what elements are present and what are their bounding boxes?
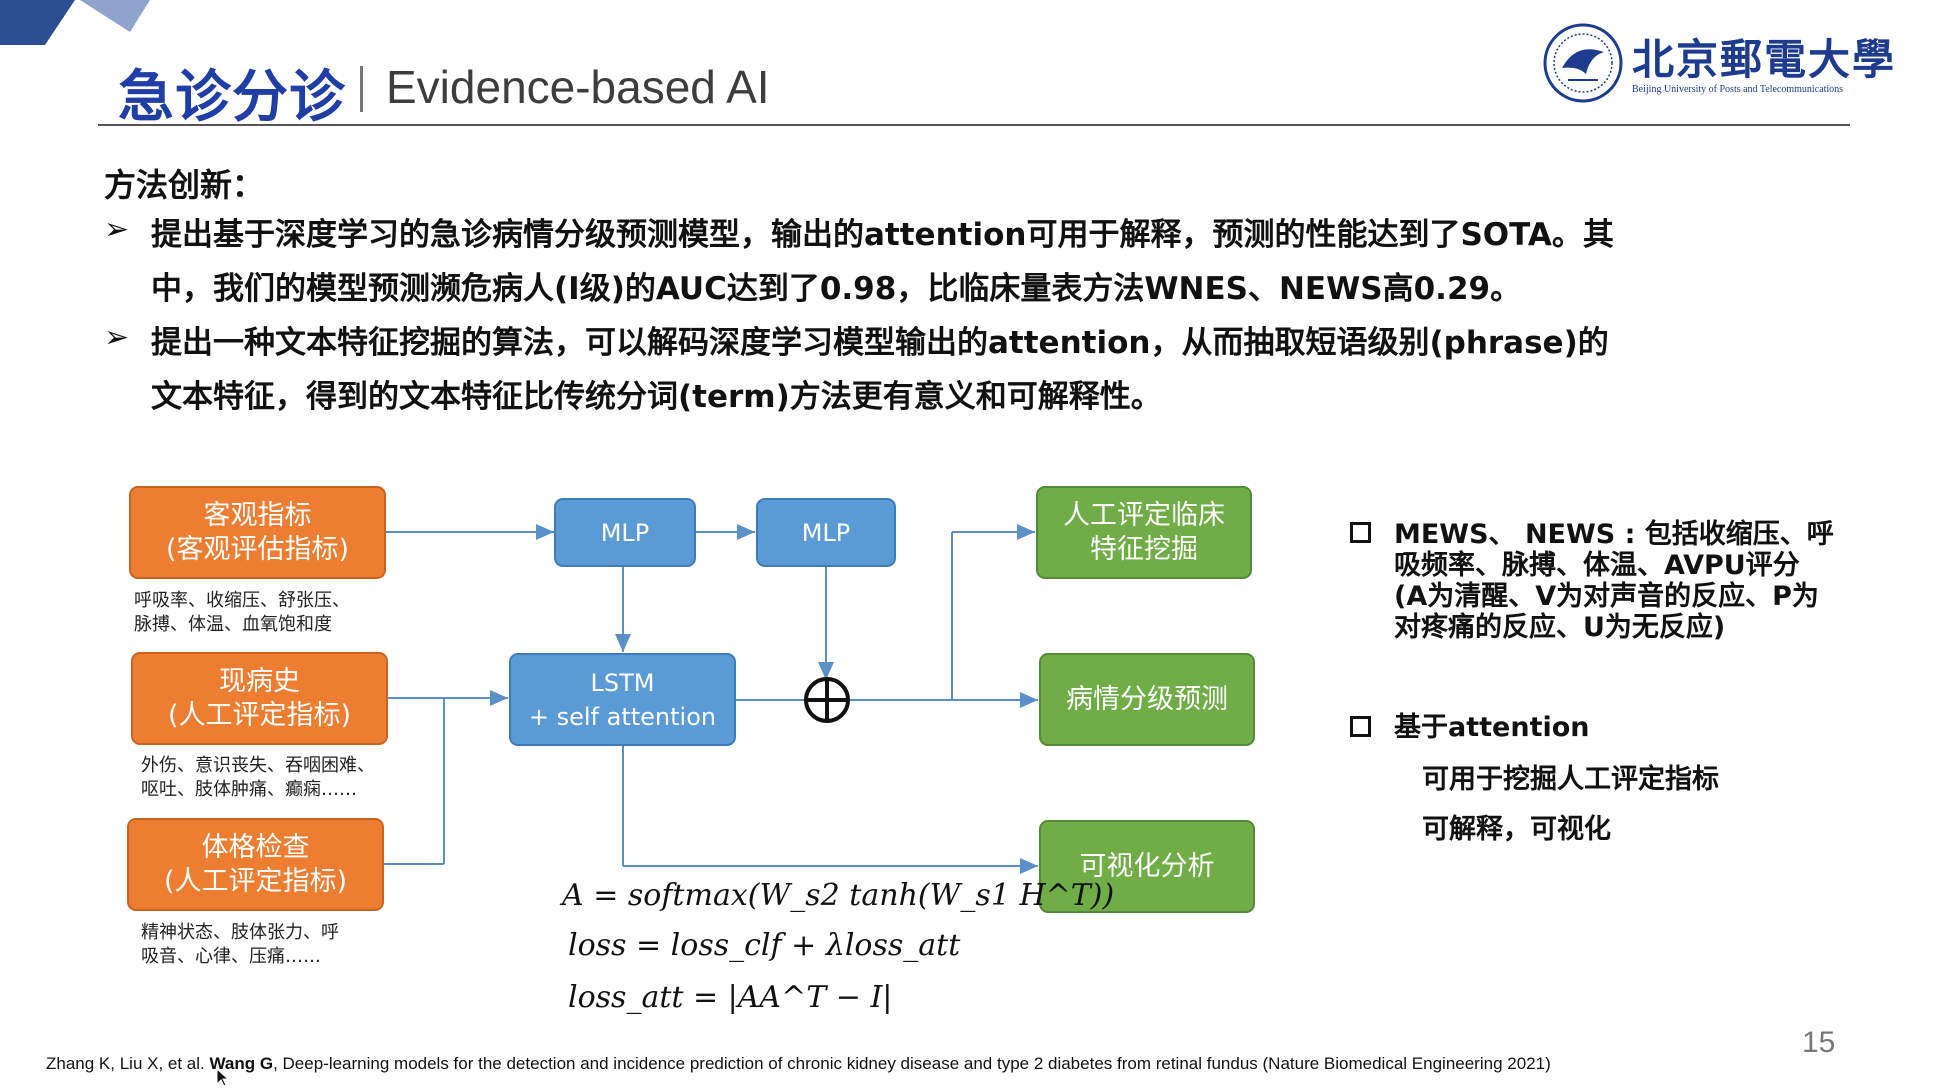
input-2-note-line-1: 外伤、意识丧失、吞咽困难、 <box>141 755 375 776</box>
checkbox-square-icon <box>1350 522 1389 543</box>
side-note-1-line-2: 吸频率、脉搏、体温、AVPU评分 <box>1394 550 1800 581</box>
side-note-attention-sub-2: 可解释，可视化 <box>1422 814 1611 845</box>
output-severity-prediction: 病情分级预测 <box>1039 653 1255 746</box>
mouse-cursor-icon <box>216 1068 230 1087</box>
citation: Zhang K, Liu X, et al. Wang G, Deep-lear… <box>46 1054 1551 1074</box>
input-physical-exam: 体格检查 (人工评定指标) <box>127 818 384 911</box>
input-3-note-line-1: 精神状态、肢体张力、呼 <box>141 922 339 943</box>
input-2-subtitle: (人工评定指标) <box>167 699 352 731</box>
input-1-note-line-2: 脉搏、体温、血氧饱和度 <box>134 614 332 635</box>
input-2-note-line-2: 呕吐、肢体肿痛、癫痫…… <box>141 779 357 800</box>
lstm-attention-box: LSTM + self attention <box>509 653 736 746</box>
input-2-note: 外伤、意识丧失、吞咽困难、 呕吐、肢体肿痛、癫痫…… <box>141 754 375 802</box>
side-note-1-line-1: MEWS、 NEWS : 包括收缩压、呼 <box>1394 519 1834 550</box>
checkbox-square-icon <box>1350 716 1389 737</box>
lstm-label: LSTM <box>590 668 655 697</box>
input-1-note: 呼吸率、收缩压、舒张压、 脉搏、体温、血氧饱和度 <box>134 589 350 637</box>
output-1-line-2: 特征挖掘 <box>1090 533 1198 565</box>
formula-attention-loss-text: loss_att = |AA^T − I| <box>568 980 893 1015</box>
input-1-title: 客观指标 <box>203 499 312 531</box>
formula-attention-text: A = softmax(W_s2 tanh(W_s1 H^T)) <box>562 878 1115 913</box>
formula-attention: A = softmax(W_s2 tanh(W_s1 H^T)) <box>562 878 1114 913</box>
input-1-note-line-1: 呼吸率、收缩压、舒张压、 <box>134 590 350 611</box>
input-objective-indicators: 客观指标 (客观评估指标) <box>129 486 386 579</box>
input-3-subtitle: (人工评定指标) <box>163 865 348 897</box>
input-3-note-line-2: 吸音、心律、压痛…… <box>141 946 321 967</box>
input-2-title: 现病史 <box>219 665 300 697</box>
citation-authors: Zhang K, Liu X, et al. <box>46 1054 210 1073</box>
circled-plus-icon <box>804 677 850 723</box>
side-note-1-line-3: (A为清醒、V为对声音的反应、P为 <box>1394 581 1819 612</box>
output-feature-mining: 人工评定临床 特征挖掘 <box>1036 486 1252 579</box>
mlp-box-1: MLP <box>554 498 696 567</box>
output-2-label: 病情分级预测 <box>1066 683 1228 715</box>
mlp-1-label: MLP <box>600 518 650 547</box>
input-1-subtitle: (客观评估指标) <box>165 533 350 565</box>
lstm-attention-label: + self attention <box>528 702 717 731</box>
output-1-line-1: 人工评定临床 <box>1063 499 1225 531</box>
input-present-illness: 现病史 (人工评定指标) <box>131 652 388 745</box>
side-note-attention-sub-1: 可用于挖掘人工评定指标 <box>1422 764 1719 795</box>
citation-title: , Deep-learning models for the detection… <box>273 1054 1551 1073</box>
side-note-mews-news: MEWS、 NEWS : 包括收缩压、呼 吸频率、脉搏、体温、AVPU评分 (A… <box>1394 519 1834 643</box>
formula-loss-text: loss = loss_clf + λloss_att <box>568 928 961 963</box>
input-3-note: 精神状态、肢体张力、呼 吸音、心律、压痛…… <box>141 921 339 969</box>
page-number: 15 <box>1802 1026 1836 1059</box>
side-note-attention-title: 基于attention <box>1394 712 1590 743</box>
mlp-2-label: MLP <box>801 518 851 547</box>
formula-attention-loss: loss_att = |AA^T − I| <box>568 980 892 1015</box>
mlp-box-2: MLP <box>756 498 896 567</box>
input-3-title: 体格检查 <box>201 831 310 863</box>
side-note-1-line-4: 对疼痛的反应、U为无反应) <box>1394 612 1726 643</box>
formula-loss: loss = loss_clf + λloss_att <box>568 928 960 963</box>
